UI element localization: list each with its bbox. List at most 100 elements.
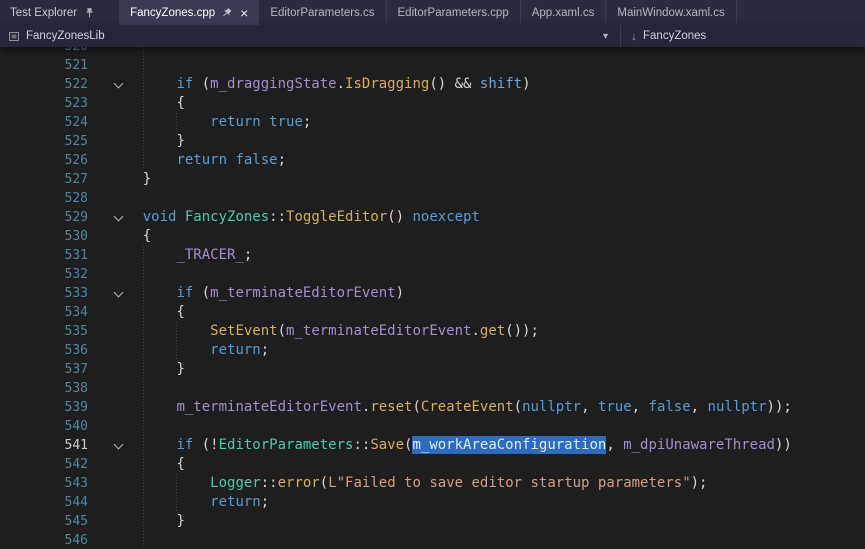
code-line[interactable]: 529 void FancyZones::ToggleEditor() noex… <box>0 208 865 227</box>
line-number[interactable]: 527 <box>0 170 88 189</box>
code-line[interactable]: 541 if (!EditorParameters::Save(m_workAr… <box>0 436 865 455</box>
tab-fancyzones-cpp[interactable]: FancyZones.cpp × <box>119 0 259 25</box>
code-text: { <box>109 227 151 246</box>
code-text: } <box>109 132 185 151</box>
scope-dropdown[interactable]: ↓ FancyZones <box>621 25 716 47</box>
code-line[interactable]: 525 } <box>0 132 865 151</box>
tab-test-explorer[interactable]: Test Explorer <box>0 0 105 25</box>
line-number[interactable]: 520 <box>0 47 88 56</box>
code-line[interactable]: 544 return; <box>0 493 865 512</box>
tab-label: EditorParameters.cpp <box>398 7 509 19</box>
code-line[interactable]: 523 { <box>0 94 865 113</box>
code-text: if (!EditorParameters::Save(m_workAreaCo… <box>109 436 792 455</box>
code-line[interactable]: 526 return false; <box>0 151 865 170</box>
pin-icon[interactable] <box>221 7 232 19</box>
code-text: Logger::error(L"Failed to save editor st… <box>109 474 707 493</box>
code-line[interactable]: 532 <box>0 265 865 284</box>
code-line[interactable]: 542 { <box>0 455 865 474</box>
code-line[interactable]: 546 <box>0 531 865 549</box>
navigation-bar: FancyZonesLib ▾ ↓ FancyZones <box>0 25 865 47</box>
project-icon <box>8 30 20 42</box>
tab-mainwindow-xaml-cs[interactable]: MainWindow.xaml.cs <box>606 0 736 25</box>
code-line[interactable]: 531 _TRACER_; <box>0 246 865 265</box>
line-number[interactable]: 542 <box>0 455 88 474</box>
line-number[interactable]: 545 <box>0 512 88 531</box>
tab-app-xaml-cs[interactable]: App.xaml.cs <box>521 0 607 25</box>
tab-editorparameters-cpp[interactable]: EditorParameters.cpp <box>387 0 521 25</box>
line-number[interactable]: 532 <box>0 265 88 284</box>
code-text: { <box>109 303 185 322</box>
line-number[interactable]: 539 <box>0 398 88 417</box>
line-number[interactable]: 530 <box>0 227 88 246</box>
code-text: _TRACER_; <box>109 246 252 265</box>
code-line[interactable]: 537 } <box>0 360 865 379</box>
line-number[interactable]: 531 <box>0 246 88 265</box>
line-number[interactable]: 529 <box>0 208 88 227</box>
code-text: return false; <box>109 151 286 170</box>
line-number[interactable]: 522 <box>0 75 88 94</box>
code-text: void FancyZones::ToggleEditor() noexcept <box>109 208 480 227</box>
down-arrow-icon: ↓ <box>631 29 637 43</box>
line-number[interactable]: 543 <box>0 474 88 493</box>
document-tabs: FancyZones.cpp × EditorParameters.cs Edito… <box>119 0 737 25</box>
code-line[interactable]: 520 <box>0 47 865 56</box>
line-number[interactable]: 540 <box>0 417 88 436</box>
line-number[interactable]: 535 <box>0 322 88 341</box>
code-line[interactable]: 521 <box>0 56 865 75</box>
code-text: return; <box>109 493 269 512</box>
tab-label: App.xaml.cs <box>532 7 595 19</box>
code-text: { <box>109 455 185 474</box>
code-text: m_terminateEditorEvent.reset(CreateEvent… <box>109 398 792 417</box>
project-dropdown[interactable]: FancyZonesLib ▾ <box>0 25 620 47</box>
code-text: } <box>109 512 185 531</box>
line-number[interactable]: 538 <box>0 379 88 398</box>
code-text: if (m_terminateEditorEvent) <box>109 284 404 303</box>
code-line[interactable]: 527 } <box>0 170 865 189</box>
line-number[interactable]: 546 <box>0 531 88 549</box>
code-editor[interactable]: 520521522 if (m_draggingState.IsDragging… <box>0 47 865 549</box>
chevron-down-icon[interactable]: ▾ <box>603 31 612 42</box>
code-line[interactable]: 540 <box>0 417 865 436</box>
selected-text[interactable]: m_workAreaConfiguration <box>412 436 606 454</box>
code-line[interactable]: 534 { <box>0 303 865 322</box>
line-number[interactable]: 537 <box>0 360 88 379</box>
code-line[interactable]: 530 { <box>0 227 865 246</box>
code-line[interactable]: 522 if (m_draggingState.IsDragging() && … <box>0 75 865 94</box>
line-number[interactable]: 544 <box>0 493 88 512</box>
tab-editorparameters-cs[interactable]: EditorParameters.cs <box>259 0 386 25</box>
code-text: } <box>109 170 151 189</box>
code-line[interactable]: 545 } <box>0 512 865 531</box>
code-lines: 520521522 if (m_draggingState.IsDragging… <box>0 47 865 549</box>
tab-label: FancyZones.cpp <box>130 7 215 19</box>
code-text: { <box>109 94 185 113</box>
line-number[interactable]: 528 <box>0 189 88 208</box>
code-line[interactable]: 524 return true; <box>0 113 865 132</box>
code-line[interactable]: 538 <box>0 379 865 398</box>
code-line[interactable]: 533 if (m_terminateEditorEvent) <box>0 284 865 303</box>
line-number[interactable]: 524 <box>0 113 88 132</box>
code-text: SetEvent(m_terminateEditorEvent.get()); <box>109 322 539 341</box>
tab-label: MainWindow.xaml.cs <box>617 7 724 19</box>
line-number[interactable]: 521 <box>0 56 88 75</box>
line-number[interactable]: 526 <box>0 151 88 170</box>
code-text: if (m_draggingState.IsDragging() && shif… <box>109 75 531 94</box>
code-line[interactable]: 539 m_terminateEditorEvent.reset(CreateE… <box>0 398 865 417</box>
tab-label: Test Explorer <box>10 7 77 19</box>
code-line[interactable]: 536 return; <box>0 341 865 360</box>
line-number[interactable]: 536 <box>0 341 88 360</box>
tab-bar: Test Explorer FancyZones.cpp × EditorPara… <box>0 0 865 25</box>
pin-icon[interactable] <box>84 7 95 19</box>
line-number[interactable]: 541 <box>0 436 88 455</box>
project-dropdown-label: FancyZonesLib <box>26 30 105 42</box>
close-icon[interactable]: × <box>238 6 248 20</box>
tab-label: EditorParameters.cs <box>270 7 374 19</box>
line-number[interactable]: 525 <box>0 132 88 151</box>
scope-dropdown-label: FancyZones <box>643 30 706 42</box>
line-number[interactable]: 533 <box>0 284 88 303</box>
line-number[interactable]: 534 <box>0 303 88 322</box>
code-line[interactable]: 535 SetEvent(m_terminateEditorEvent.get(… <box>0 322 865 341</box>
code-line[interactable]: 528 <box>0 189 865 208</box>
line-number[interactable]: 523 <box>0 94 88 113</box>
code-text: return true; <box>109 113 311 132</box>
code-line[interactable]: 543 Logger::error(L"Failed to save edito… <box>0 474 865 493</box>
